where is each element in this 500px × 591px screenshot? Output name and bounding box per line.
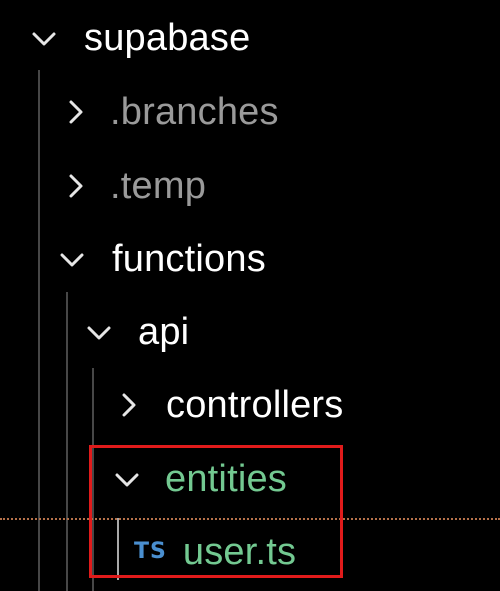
indent-guide <box>38 70 40 591</box>
highlight-box <box>89 445 343 578</box>
tree-item-functions[interactable]: functions <box>58 229 266 289</box>
tree-item-api[interactable]: api <box>85 302 189 362</box>
file-explorer: supabase .branches .temp functions api c… <box>0 0 500 591</box>
chevron-down-icon <box>30 24 58 52</box>
indent-guide <box>66 292 68 591</box>
tree-item-temp[interactable]: .temp <box>62 156 206 216</box>
tree-item-label: .branches <box>110 91 279 133</box>
tree-item-label: functions <box>112 238 266 280</box>
tree-item-label: controllers <box>166 384 344 426</box>
chevron-right-icon <box>115 391 143 419</box>
chevron-right-icon <box>62 98 90 126</box>
tree-item-controllers[interactable]: controllers <box>115 375 344 435</box>
tree-item-branches[interactable]: .branches <box>62 82 279 142</box>
tree-item-supabase[interactable]: supabase <box>30 8 250 68</box>
tree-item-label: .temp <box>110 165 207 207</box>
tree-item-label: supabase <box>84 17 251 59</box>
chevron-right-icon <box>62 172 90 200</box>
chevron-down-icon <box>58 245 86 273</box>
chevron-down-icon <box>85 318 113 346</box>
tree-item-label: api <box>138 311 190 353</box>
